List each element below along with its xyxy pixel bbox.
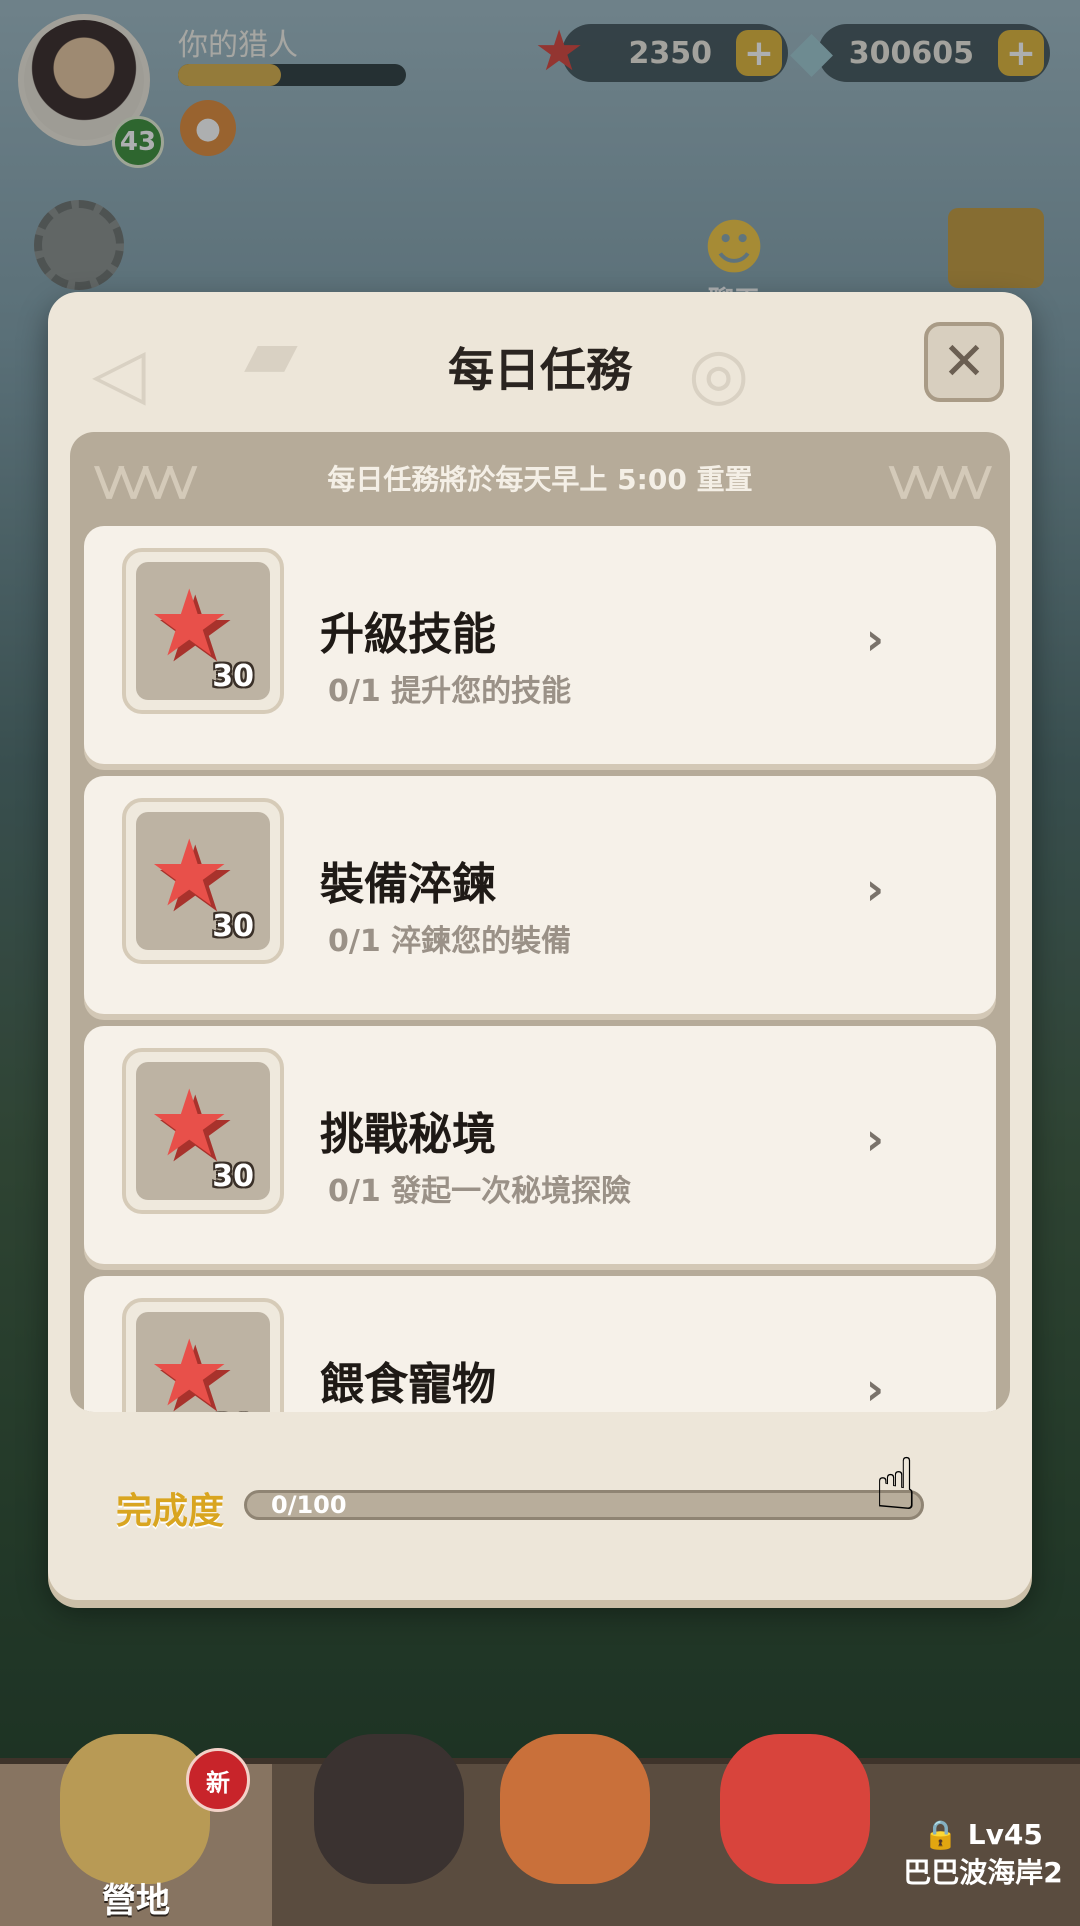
task-item[interactable]: ★ 30 升級技能 0/1 提升您的技能 › [84,526,996,764]
task-desc-text: 淬鍊您的裝備 [391,924,572,959]
reward-count: 30 [212,909,254,944]
close-icon: ✕ [942,332,986,392]
task-progress: 0/1 [328,674,381,709]
chevron-right-icon[interactable]: › [866,864,884,915]
completion-label: 完成度 [116,1491,225,1532]
task-name: 升級技能 [320,609,496,660]
task-progress: 0/1 [328,924,381,959]
hero-portrait-icon [314,1734,464,1884]
completion-value: 0/100 [271,1491,347,1519]
chevron-right-icon[interactable]: › [866,1114,884,1165]
chevron-decor-icon: ⋁⋁⋁⋁ [888,460,992,501]
nav-hero-tab[interactable] [304,1734,474,1926]
reward-count: 30 [212,659,254,694]
close-button[interactable]: ✕ [924,322,1004,402]
task-item[interactable]: ★ 30 餵食寵物 › [84,1276,996,1412]
task-name: 裝備淬鍊 [320,859,496,910]
task-list-frame: ⋁⋁⋁⋁ 每日任務將於每天早上 5:00 重置 ⋁⋁⋁⋁ ★ 30 升級技能 0… [70,432,1010,1412]
locked-area-name: 巴巴波海岸2 [903,1856,1063,1889]
lock-icon: 🔒 [923,1818,959,1851]
locked-level: Lv45 [967,1818,1043,1851]
nav-camp-label: 營地 [102,1881,170,1921]
chevron-decor-icon: ⋁⋁⋁⋁ [94,460,197,501]
daily-tasks-modal: ◁ ▰ ◎ 每日任務 ✕ ⋁⋁⋁⋁ 每日任務將於每天早上 5:00 重置 ⋁⋁⋁… [48,292,1032,1600]
task-list[interactable]: ★ 30 升級技能 0/1 提升您的技能 › ★ 30 裝備淬鍊 0/1 淬鍊您… [84,526,996,1412]
chevron-right-icon[interactable]: › [866,614,884,665]
reset-notice-banner: ⋁⋁⋁⋁ 每日任務將於每天早上 5:00 重置 ⋁⋁⋁⋁ [70,432,1010,524]
reward-count: 30 [212,1159,254,1194]
task-desc-text: 提升您的技能 [391,674,572,709]
chevron-right-icon[interactable]: › [866,1364,884,1412]
task-name: 餵食寵物 [320,1359,496,1410]
new-badge: 新 [186,1748,250,1812]
task-item[interactable]: ★ 30 挑戰秘境 0/1 發起一次秘境探險 › [84,1026,996,1264]
task-description: 0/1 提升您的技能 [328,666,571,710]
totem-mask-icon [500,1734,650,1884]
task-progress: 0/1 [328,1174,381,1209]
starfish-icon: ★ [148,1320,231,1413]
nav-totem-tab[interactable] [490,1734,660,1926]
reset-notice: 每日任務將於每天早上 5:00 重置 [327,463,753,496]
reward-box: ★ 30 [122,1298,284,1412]
pet-dino-icon [720,1734,870,1884]
task-description: 0/1 淬鍊您的裝備 [328,916,571,960]
modal-title: 每日任務 [448,343,632,397]
task-item[interactable]: ★ 30 裝備淬鍊 0/1 淬鍊您的裝備 › [84,776,996,1014]
task-description: 0/1 發起一次秘境探險 [328,1166,631,1210]
camp-hut-icon [60,1734,210,1884]
reward-box: ★ 30 [122,798,284,964]
nav-pet-tab[interactable] [710,1734,880,1926]
completion-bar: 0/100 [244,1490,924,1520]
reward-count: 30 [212,1409,254,1412]
pointing-hand-star-icon[interactable]: ☝ [874,1444,918,1524]
reward-box: ★ 30 [122,1048,284,1214]
task-desc-text: 發起一次秘境探險 [391,1174,632,1209]
task-name: 挑戰秘境 [320,1109,496,1160]
reward-box: ★ 30 [122,548,284,714]
locked-area-tab[interactable]: 🔒 Lv45 巴巴波海岸2 [886,1760,1080,1920]
